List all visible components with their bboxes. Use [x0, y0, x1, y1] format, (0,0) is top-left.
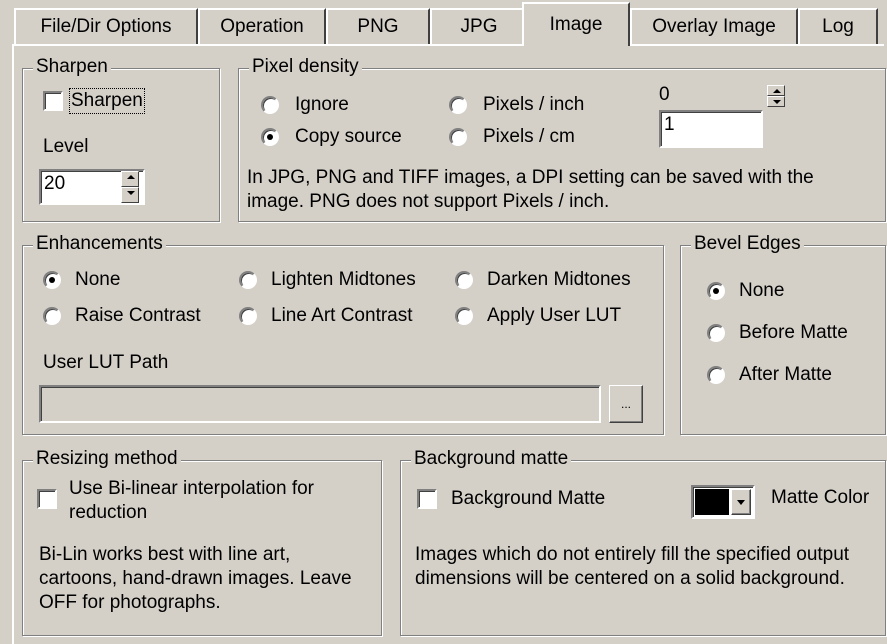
sharpen-group-title: Sharpen: [33, 56, 111, 78]
enhance-radio-apply-user-lut[interactable]: [455, 307, 473, 325]
bevel-label-none[interactable]: None: [739, 280, 784, 302]
level-value: 20: [44, 173, 66, 194]
matte-note: Images which do not entirely fill the sp…: [415, 544, 850, 589]
density-label-ignore[interactable]: Ignore: [295, 94, 349, 116]
enhance-radio-line-art-contrast[interactable]: [239, 307, 257, 325]
tab-label: Image: [549, 14, 603, 35]
user-lut-path-label: User LUT Path: [43, 352, 169, 373]
enhance-label-lighten-midtones[interactable]: Lighten Midtones: [271, 269, 416, 291]
tab-label: JPG: [460, 16, 498, 37]
background-matte-checkbox-label[interactable]: Background Matte: [451, 488, 605, 510]
background-matte-group-title: Background matte: [411, 448, 572, 470]
enhance-radio-darken-midtones[interactable]: [455, 271, 473, 289]
density-radio-copy-source[interactable]: [261, 128, 279, 146]
density-value-input[interactable]: 1: [659, 110, 763, 148]
browse-button-label: ...: [620, 397, 631, 411]
tab-jpg[interactable]: JPG: [430, 8, 528, 44]
browse-button[interactable]: ...: [609, 385, 643, 423]
spin-up-button[interactable]: [767, 85, 785, 96]
enhance-radio-none[interactable]: [43, 271, 61, 289]
matte-color-swatch: [695, 489, 729, 515]
density-spin-value: 0: [659, 84, 670, 105]
spin-down-button[interactable]: [767, 96, 785, 107]
matte-color-label: Matte Color: [771, 487, 870, 508]
level-label: Level: [43, 136, 89, 157]
bevel-radio-after-matte[interactable]: [707, 366, 725, 384]
tab-image[interactable]: Image: [522, 2, 630, 46]
resizing-method-group-title: Resizing method: [33, 448, 181, 470]
sharpen-checkbox-label[interactable]: Sharpen: [69, 88, 145, 114]
bevel-label-after-matte[interactable]: After Matte: [739, 364, 832, 386]
density-radio-pixels-cm[interactable]: [449, 128, 467, 146]
density-label-pixels-inch[interactable]: Pixels / inch: [483, 94, 584, 116]
tab-label: Overlay Image: [652, 16, 776, 37]
bilinear-checkbox-label[interactable]: Use Bi-linear interpolation for reductio…: [69, 477, 369, 525]
tab-log[interactable]: Log: [798, 8, 878, 44]
enhance-label-raise-contrast[interactable]: Raise Contrast: [75, 305, 201, 327]
background-matte-group: Background matte Background Matte Matte …: [400, 448, 886, 636]
background-matte-checkbox[interactable]: [417, 489, 437, 509]
tab-label: File/Dir Options: [40, 16, 172, 37]
enhance-radio-lighten-midtones[interactable]: [239, 271, 257, 289]
bilinear-checkbox[interactable]: [37, 489, 57, 509]
enhancements-group-title: Enhancements: [33, 233, 166, 255]
enhance-radio-raise-contrast[interactable]: [43, 307, 61, 325]
pixel-density-group-title: Pixel density: [249, 56, 362, 78]
tab-png[interactable]: PNG: [326, 8, 430, 44]
density-note: In JPG, PNG and TIFF images, a DPI setti…: [247, 167, 814, 212]
chevron-down-icon[interactable]: [731, 489, 751, 515]
density-radio-ignore[interactable]: [261, 96, 279, 114]
tab-strip: File/Dir Options Operation PNG JPG Image…: [0, 0, 887, 46]
sharpen-group: Sharpen Sharpen Level 20: [22, 56, 220, 222]
bevel-label-before-matte[interactable]: Before Matte: [739, 322, 848, 344]
tab-label: Log: [822, 16, 854, 37]
tab-operation[interactable]: Operation: [198, 8, 326, 44]
density-value: 1: [664, 114, 675, 135]
tab-overlay-image[interactable]: Overlay Image: [630, 8, 798, 44]
tab-label: PNG: [357, 16, 399, 37]
enhancements-group: Enhancements None Lighten Midtones Darke…: [22, 233, 664, 435]
bevel-edges-group: Bevel Edges None Before Matte After Matt…: [680, 233, 886, 435]
enhance-label-apply-user-lut[interactable]: Apply User LUT: [487, 305, 621, 327]
density-label-pixels-cm[interactable]: Pixels / cm: [483, 126, 575, 148]
pixel-density-group: Pixel density Ignore Copy source Pixels …: [238, 56, 886, 222]
bevel-radio-none[interactable]: [707, 282, 725, 300]
bevel-edges-group-title: Bevel Edges: [691, 233, 804, 255]
sharpen-checkbox[interactable]: [43, 91, 63, 111]
user-lut-path-input[interactable]: [39, 385, 601, 423]
tab-file-dir-options[interactable]: File/Dir Options: [14, 8, 198, 44]
enhance-label-darken-midtones[interactable]: Darken Midtones: [487, 269, 631, 291]
density-radio-pixels-inch[interactable]: [449, 96, 467, 114]
matte-color-picker[interactable]: [691, 485, 755, 519]
resizing-note: Bi-Lin works best with line art, cartoon…: [39, 544, 352, 613]
enhance-label-line-art-contrast[interactable]: Line Art Contrast: [271, 305, 413, 327]
resizing-method-group: Resizing method Use Bi-linear interpolat…: [22, 448, 382, 636]
spin-down-button[interactable]: [121, 187, 139, 203]
spin-up-button[interactable]: [121, 171, 139, 187]
density-label-copy-source[interactable]: Copy source: [295, 126, 402, 148]
bevel-radio-before-matte[interactable]: [707, 324, 725, 342]
chevron-down-icon: [737, 499, 745, 505]
enhance-label-none[interactable]: None: [75, 269, 120, 291]
density-spinner[interactable]: [767, 85, 785, 107]
tab-label: Operation: [220, 16, 304, 37]
level-spinner[interactable]: [121, 171, 139, 203]
